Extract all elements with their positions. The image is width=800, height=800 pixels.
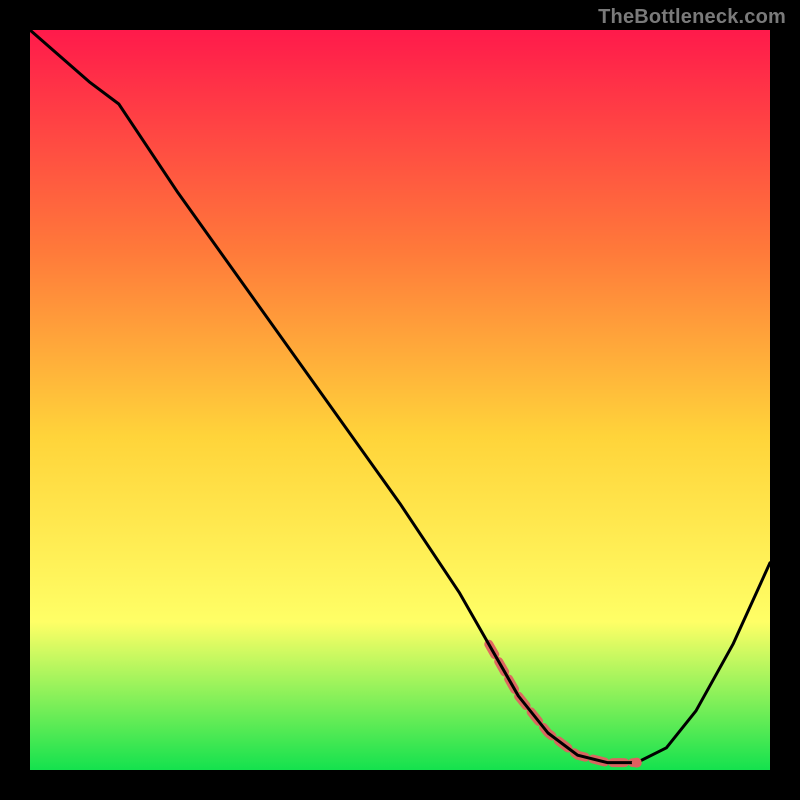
chart-stage: TheBottleneck.com <box>0 0 800 800</box>
bottleneck-chart-svg <box>30 30 770 770</box>
gradient-background <box>30 30 770 770</box>
plot-area <box>30 30 770 770</box>
watermark-text: TheBottleneck.com <box>598 6 786 29</box>
optimum-end-dot <box>632 758 642 768</box>
